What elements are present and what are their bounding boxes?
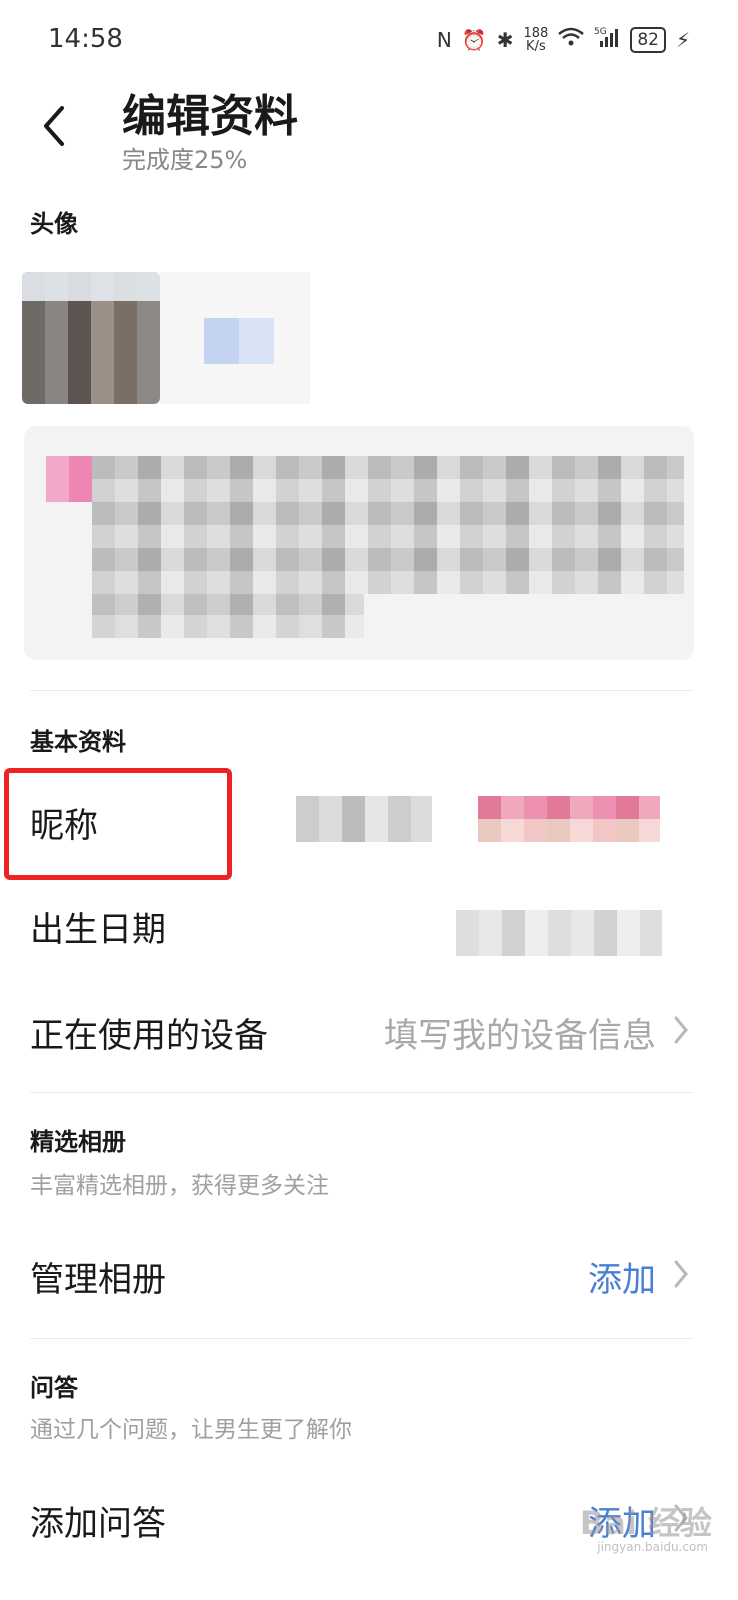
alarm-icon: ⏰: [461, 27, 487, 52]
bio-card[interactable]: [24, 426, 694, 660]
qa-heading: 问答: [30, 1374, 78, 1402]
avatar-photo[interactable]: [22, 272, 160, 404]
chevron-left-icon: [44, 106, 64, 146]
status-icons: N ⏰ ✱ 188 K/s 5G 82 ⚡: [437, 26, 690, 53]
bluetooth-icon: ✱: [496, 27, 514, 52]
network-type: 5G: [594, 27, 607, 37]
manage-album-label[interactable]: 管理相册: [30, 1252, 166, 1301]
add-qa-label[interactable]: 添加问答: [30, 1496, 166, 1545]
bio-emoji: [46, 456, 92, 502]
avatar-heading: 头像: [30, 210, 78, 238]
watermark-url: jingyan.baidu.com: [597, 1540, 708, 1554]
album-heading: 精选相册: [30, 1128, 126, 1156]
add-photo-icon: [204, 318, 274, 364]
chevron-right-icon[interactable]: [668, 1010, 694, 1050]
completion-text: 完成度25%: [122, 146, 248, 174]
watermark: Bai 经验: [579, 1504, 712, 1542]
divider: [30, 690, 694, 691]
divider: [30, 1338, 694, 1339]
nfc-icon: N: [436, 27, 452, 52]
nickname-value-blurred[interactable]: [296, 796, 660, 842]
status-time: 14:58: [48, 24, 123, 54]
battery-indicator: 82: [630, 26, 666, 53]
chevron-right-icon[interactable]: [668, 1254, 694, 1294]
basic-info-heading: 基本资料: [30, 728, 126, 756]
birthdate-value-blurred[interactable]: [456, 910, 662, 956]
charging-icon: ⚡: [675, 27, 690, 52]
album-desc: 丰富精选相册，获得更多关注: [30, 1173, 329, 1199]
add-album-link[interactable]: 添加: [588, 1252, 656, 1301]
highlight-box: [4, 768, 232, 880]
wifi-icon: [558, 27, 585, 52]
avatar-placeholder[interactable]: [160, 272, 310, 404]
device-value[interactable]: 填写我的设备信息: [384, 1008, 656, 1057]
device-label[interactable]: 正在使用的设备: [30, 1008, 268, 1057]
signal-icon: 5G: [594, 26, 620, 53]
qa-desc: 通过几个问题，让男生更了解你: [30, 1417, 352, 1443]
back-button[interactable]: [34, 100, 74, 152]
net-speed: 188 K/s: [523, 25, 549, 54]
divider: [30, 1092, 694, 1093]
birthdate-label[interactable]: 出生日期: [30, 902, 166, 951]
page-title: 编辑资料: [122, 91, 298, 142]
bio-text-blurred-tail: [92, 594, 364, 638]
bio-text-blurred: [92, 456, 684, 594]
